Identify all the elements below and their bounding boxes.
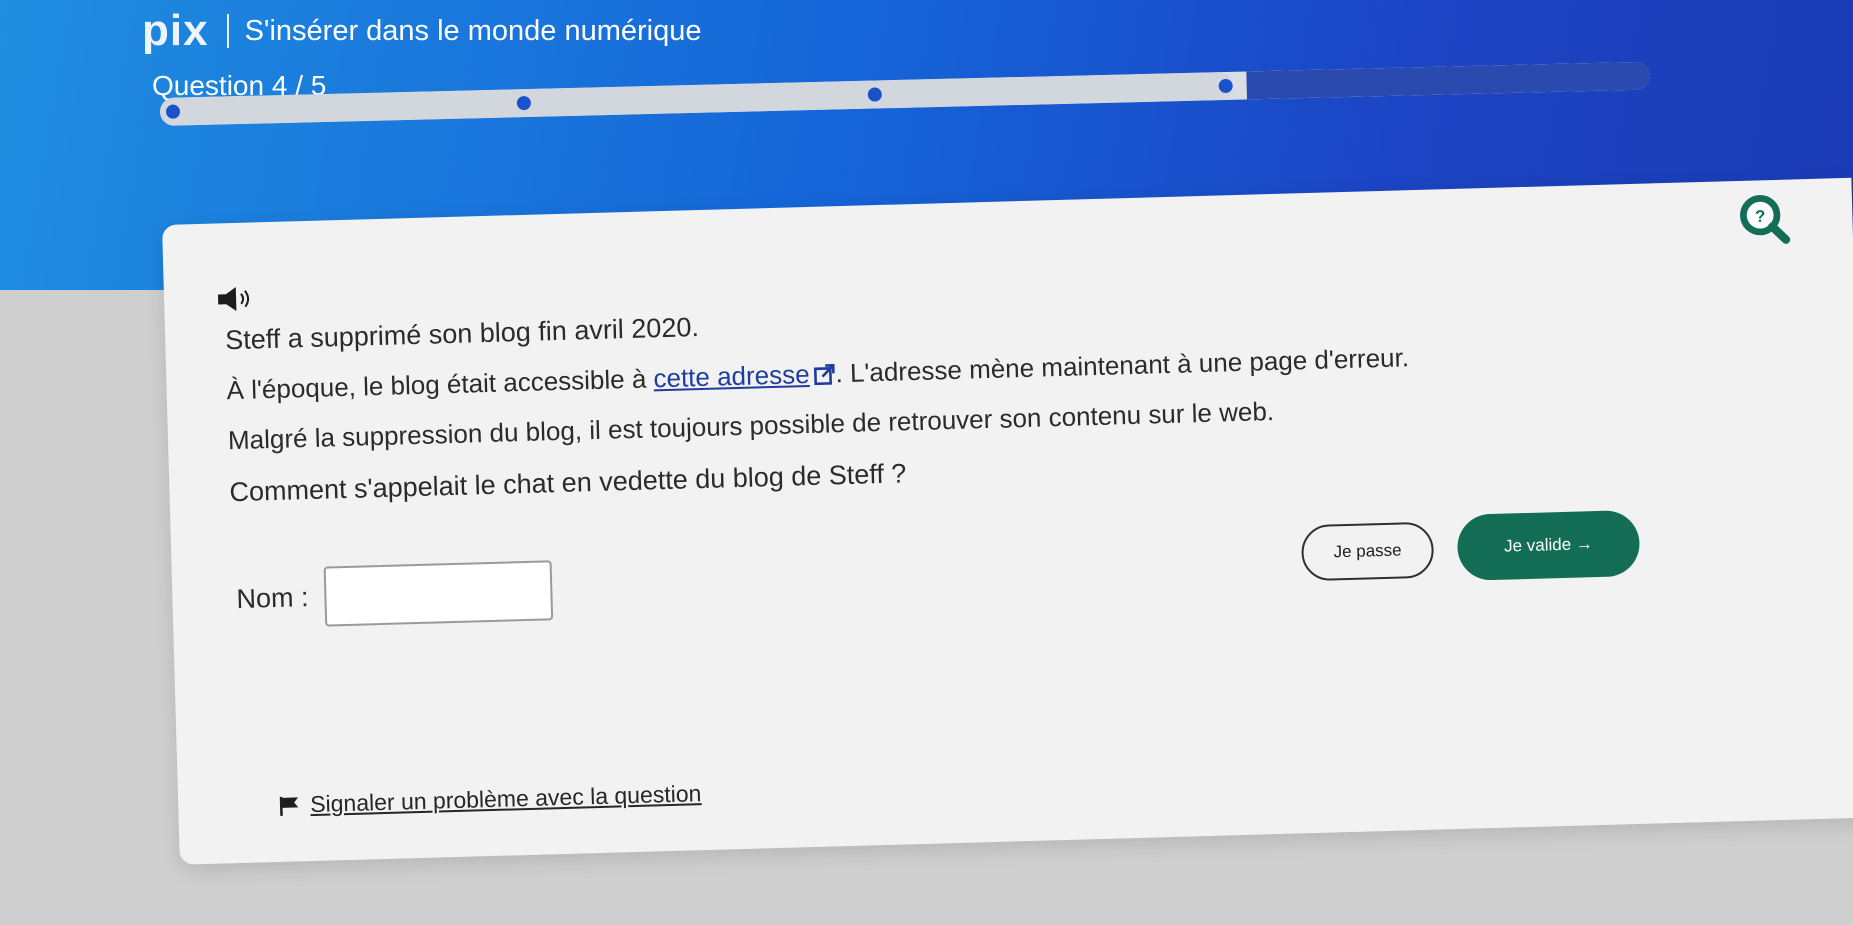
- external-link-icon[interactable]: [813, 363, 836, 386]
- question-text: Comment s'appelait le chat en vedette du…: [229, 458, 907, 508]
- report-problem-label: Signaler un problème avec la question: [309, 780, 702, 818]
- skip-button[interactable]: Je passe: [1300, 521, 1435, 582]
- report-problem-link[interactable]: Signaler un problème avec la question: [278, 780, 702, 819]
- instruction-line-1: Steff a supprimé son blog fin avril 2020…: [224, 312, 700, 356]
- instruction-line-3: Malgré la suppression du blog, il est to…: [227, 396, 1275, 456]
- logo-separator: [226, 14, 229, 48]
- svg-text:?: ?: [1755, 207, 1766, 226]
- tutorial-help-icon: ?: [1740, 195, 1791, 244]
- name-label: Nom :: [236, 581, 309, 614]
- logo-row: pix S'insérer dans le monde numérique: [142, 6, 701, 56]
- name-input[interactable]: [323, 560, 554, 627]
- instruction-line-2-end: . L'adresse mène maintenant à une page d…: [835, 342, 1410, 389]
- validate-button[interactable]: Je valide →: [1456, 509, 1641, 581]
- course-title: S'insérer dans le monde numérique: [244, 14, 702, 47]
- pix-logo[interactable]: pix: [142, 6, 209, 56]
- progress-bar: [159, 61, 1650, 126]
- answer-row: Nom :: [236, 560, 554, 629]
- instruction-line-2-start: À l'époque, le blog était accessible à: [226, 363, 654, 406]
- challenge-card: ? Steff a supprimé son blog fin avril 20…: [162, 177, 1853, 865]
- audio-speaker-icon[interactable]: [216, 284, 257, 313]
- flag-icon: [279, 796, 299, 816]
- blog-address-link[interactable]: cette adresse: [653, 359, 810, 393]
- tutorial-button[interactable]: ?: [1732, 186, 1798, 252]
- progress-bar-remaining: [1246, 61, 1650, 100]
- progress-step-dot: [867, 87, 882, 102]
- progress-step-dot: [1218, 78, 1233, 94]
